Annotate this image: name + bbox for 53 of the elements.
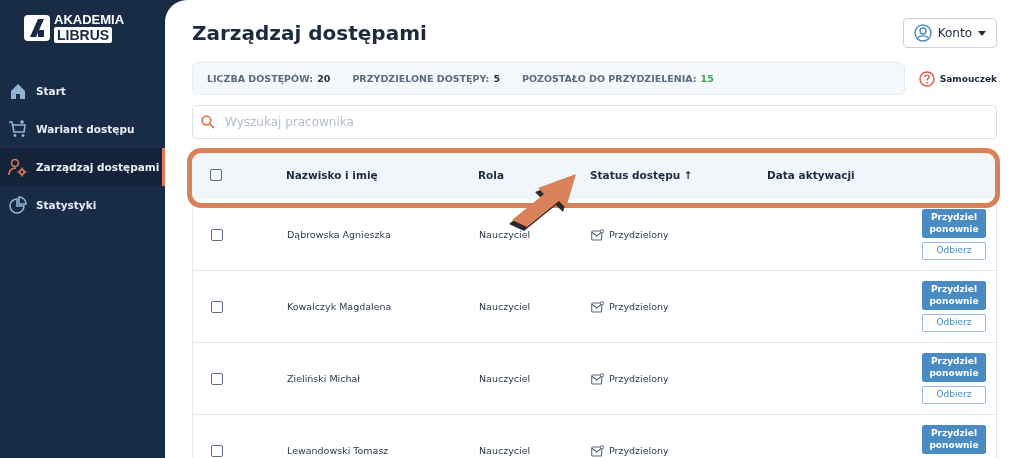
reassign-button[interactable]: Przydziel ponownie (922, 425, 986, 455)
table-cell-text: Zieliński Michał (287, 373, 361, 384)
pie-chart-icon (8, 195, 28, 215)
logo-icon (24, 15, 50, 41)
stat-label: PRZYDZIELONE DOSTĘPY: 5 (352, 73, 500, 84)
revoke-button[interactable]: Odbierz (922, 242, 986, 261)
reassign-button[interactable]: Przydziel ponownie (922, 209, 986, 239)
table-cell-text: Dąbrowska Agnieszka (287, 229, 392, 240)
logo-text: AKADEMIA (54, 13, 125, 26)
user-icon (913, 24, 932, 42)
user-gear-icon (8, 157, 28, 177)
status-text: Przydzielony (609, 373, 669, 384)
row-checkbox[interactable] (211, 300, 223, 313)
cart-icon (8, 119, 28, 139)
column-header[interactable]: Data aktywacji (767, 169, 907, 181)
sidebar-item[interactable]: Start (0, 72, 165, 110)
table-cell-text: Nauczyciel (479, 229, 532, 240)
status-text: Przydzielony (609, 301, 669, 312)
sidebar-item[interactable]: Wariant dostępu (0, 110, 165, 148)
home-icon (8, 81, 28, 101)
status-text: Przydzielony (609, 445, 669, 456)
revoke-button[interactable]: Odbierz (922, 386, 986, 405)
select-all-checkbox[interactable] (210, 169, 222, 181)
logo-text: LIBRUS (54, 27, 113, 43)
help-icon (918, 70, 935, 87)
search-icon (201, 115, 215, 129)
table-cell-text: Nauczyciel (479, 373, 532, 384)
status-text: Przydzielony (609, 229, 669, 240)
column-header[interactable]: Nazwisko i imię (286, 169, 478, 181)
row-checkbox[interactable] (211, 228, 223, 241)
page-title: Zarządzaj dostępami (192, 21, 427, 45)
table-cell-text: Lewandowski Tomasz (287, 445, 390, 456)
reassign-button[interactable]: Przydziel ponownie (922, 353, 986, 383)
table-cell-text: Kowalczyk Magdalena (287, 301, 393, 312)
column-header[interactable]: Status dostępu ↑ (590, 169, 767, 181)
caret-icon (978, 30, 986, 36)
envelope-icon (591, 372, 604, 385)
stat-label: POZOSTAŁO DO PRZYDZIELENIA: 15 (522, 73, 714, 84)
row-checkbox[interactable] (211, 372, 223, 385)
revoke-button[interactable]: Odbierz (922, 314, 986, 333)
tutorial-link[interactable]: Samouczek (918, 70, 997, 87)
sidebar-item[interactable]: Zarządzaj dostępami (0, 148, 165, 186)
table-cell-text: Nauczyciel (479, 301, 532, 312)
stat-label: LICZBA DOSTĘPÓW: 20 (207, 73, 331, 84)
envelope-icon (591, 300, 604, 313)
reassign-button[interactable]: Przydziel ponownie (922, 281, 986, 311)
row-checkbox[interactable] (211, 444, 223, 457)
table-cell-text: Nauczyciel (479, 445, 532, 456)
column-header[interactable]: Rola (478, 169, 590, 181)
account-button[interactable]: Konto (902, 18, 997, 48)
sidebar-item[interactable]: Statystyki (0, 186, 165, 224)
envelope-icon (591, 228, 604, 241)
search-field[interactable]: Wyszukaj pracownika (192, 105, 997, 139)
